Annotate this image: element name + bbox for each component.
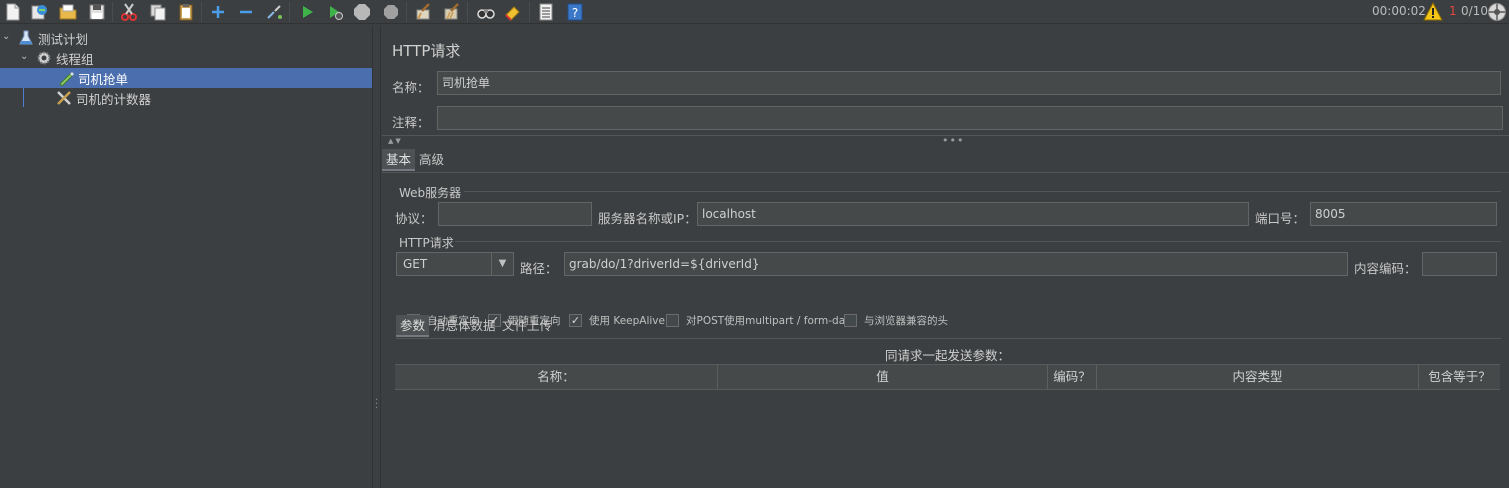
multipart-checkbox[interactable]: 对POST使用multipart / form-data	[666, 313, 856, 328]
new-icon[interactable]	[3, 2, 23, 22]
name-label: 名称：	[392, 80, 430, 95]
column-header-name[interactable]: 名称：	[395, 365, 718, 389]
reset-search-icon[interactable]	[503, 2, 523, 22]
chevron-down-icon[interactable]: ⌄	[20, 51, 28, 62]
test-plan-icon	[18, 30, 34, 46]
checkbox-label: 使用 KeepAlive	[589, 315, 665, 327]
function-helper-icon[interactable]	[536, 2, 556, 22]
port-field[interactable]: 8005	[1310, 202, 1497, 226]
checkbox-label: 与浏览器兼容的头	[864, 315, 948, 327]
encoding-label: 内容编码：	[1354, 261, 1417, 276]
chevron-down-icon[interactable]: ▼	[491, 253, 513, 275]
tree-node-label: 司机抢单	[78, 71, 129, 87]
column-header-value[interactable]: 值	[718, 365, 1048, 389]
tree-node-label: 测试计划	[38, 31, 89, 47]
params-caption: 同请求一起发送参数：	[884, 348, 1010, 363]
cut-icon[interactable]	[119, 2, 139, 22]
templates-icon[interactable]	[29, 2, 49, 22]
divider-grip-icon[interactable]: •••	[942, 134, 964, 147]
svg-text:?: ?	[572, 6, 578, 20]
tab-parameters[interactable]: 参数	[396, 315, 430, 337]
open-icon[interactable]	[58, 2, 78, 22]
tree-node-thread-group[interactable]: 线程组	[36, 48, 372, 68]
browser-headers-checkbox[interactable]: 与浏览器兼容的头	[844, 313, 948, 328]
name-field[interactable]: 司机抢单	[437, 71, 1501, 95]
help-icon[interactable]: ?	[565, 2, 585, 22]
comment-label: 注释：	[392, 115, 430, 130]
column-header-encode[interactable]: 编码？	[1048, 365, 1097, 389]
keepalive-checkbox[interactable]: ✓ 使用 KeepAlive	[569, 313, 665, 328]
save-icon[interactable]	[87, 2, 107, 22]
checkmark-icon[interactable]: ✓	[569, 314, 582, 327]
toggle-icon[interactable]	[264, 2, 284, 22]
server-label: 服务器名称或IP：	[598, 211, 697, 226]
column-header-content-type[interactable]: 内容类型	[1097, 365, 1419, 389]
remove-icon[interactable]	[236, 2, 256, 22]
method-value: GET	[403, 257, 428, 271]
tree-node-label: 司机的计数器	[76, 91, 152, 107]
paste-icon[interactable]	[176, 2, 196, 22]
test-plan-tree: ⌄ 测试计划 ⌄ 线程组 司机抢单 司机的计数器	[0, 26, 372, 488]
add-icon[interactable]	[208, 2, 228, 22]
chevron-down-icon[interactable]: ⌄	[2, 31, 10, 42]
path-label: 路径：	[520, 261, 558, 276]
error-count: 1	[1449, 4, 1457, 18]
main-toolbar: ? 00:00:02 1 0/10	[0, 0, 1509, 24]
splitter-grip-icon[interactable]: · · ·	[375, 396, 378, 414]
protocol-field[interactable]	[438, 202, 592, 226]
comment-field[interactable]	[437, 106, 1503, 130]
http-request-panel: HTTP请求 名称： 司机抢单 注释： ▲▼ ••• 基本 高级 Web服务器 …	[382, 26, 1509, 488]
encoding-field[interactable]	[1422, 252, 1497, 276]
search-icon[interactable]	[476, 2, 496, 22]
collapse-arrows-icon[interactable]: ▲▼	[388, 137, 403, 145]
http-request-group-label: HTTP请求	[399, 236, 454, 250]
checkbox-label: 对POST使用multipart / form-data	[686, 315, 856, 327]
active-threads: 0/10	[1461, 4, 1488, 18]
column-header-include-equals[interactable]: 包含等于？	[1419, 365, 1500, 389]
tree-node-test-plan[interactable]: 测试计划	[18, 28, 372, 48]
server-field[interactable]: localhost	[697, 202, 1249, 226]
tree-node-driver-grab[interactable]: 司机抢单	[0, 68, 372, 88]
start-icon[interactable]	[297, 2, 317, 22]
tab-file-upload[interactable]: 文件上传	[498, 315, 556, 337]
web-server-group-label: Web服务器	[399, 186, 462, 200]
tree-node-label: 线程组	[56, 51, 94, 67]
port-label: 端口号：	[1255, 211, 1306, 226]
path-field[interactable]: grab/do/1?driverId=${driverId}	[564, 252, 1348, 276]
remote-globe-icon[interactable]	[1487, 2, 1507, 22]
http-sampler-pen-icon	[58, 70, 74, 86]
start-no-pause-icon[interactable]	[325, 2, 345, 22]
tree-splitter[interactable]	[372, 26, 381, 488]
clear-icon[interactable]	[414, 2, 434, 22]
page-title: HTTP请求	[392, 42, 461, 60]
params-table-header: 名称： 值 编码？ 内容类型 包含等于？	[395, 364, 1500, 390]
checkbox-box[interactable]	[666, 314, 679, 327]
tab-basic[interactable]: 基本	[382, 149, 416, 171]
tab-body-data[interactable]: 消息体数据	[429, 315, 500, 337]
method-select[interactable]: GET ▼	[396, 252, 514, 276]
checkbox-box[interactable]	[844, 314, 857, 327]
copy-icon[interactable]	[148, 2, 168, 22]
tab-advanced[interactable]: 高级	[415, 149, 448, 171]
warning-icon[interactable]	[1423, 1, 1443, 22]
protocol-label: 协议：	[395, 211, 433, 226]
tree-node-driver-counter[interactable]: 司机的计数器	[56, 88, 372, 108]
shutdown-icon[interactable]	[381, 2, 401, 22]
elapsed-timer: 00:00:02	[1372, 4, 1426, 18]
stop-icon[interactable]	[352, 2, 372, 22]
counter-tools-icon	[56, 90, 72, 106]
thread-group-gear-icon	[36, 50, 52, 66]
clear-all-icon[interactable]	[442, 2, 462, 22]
